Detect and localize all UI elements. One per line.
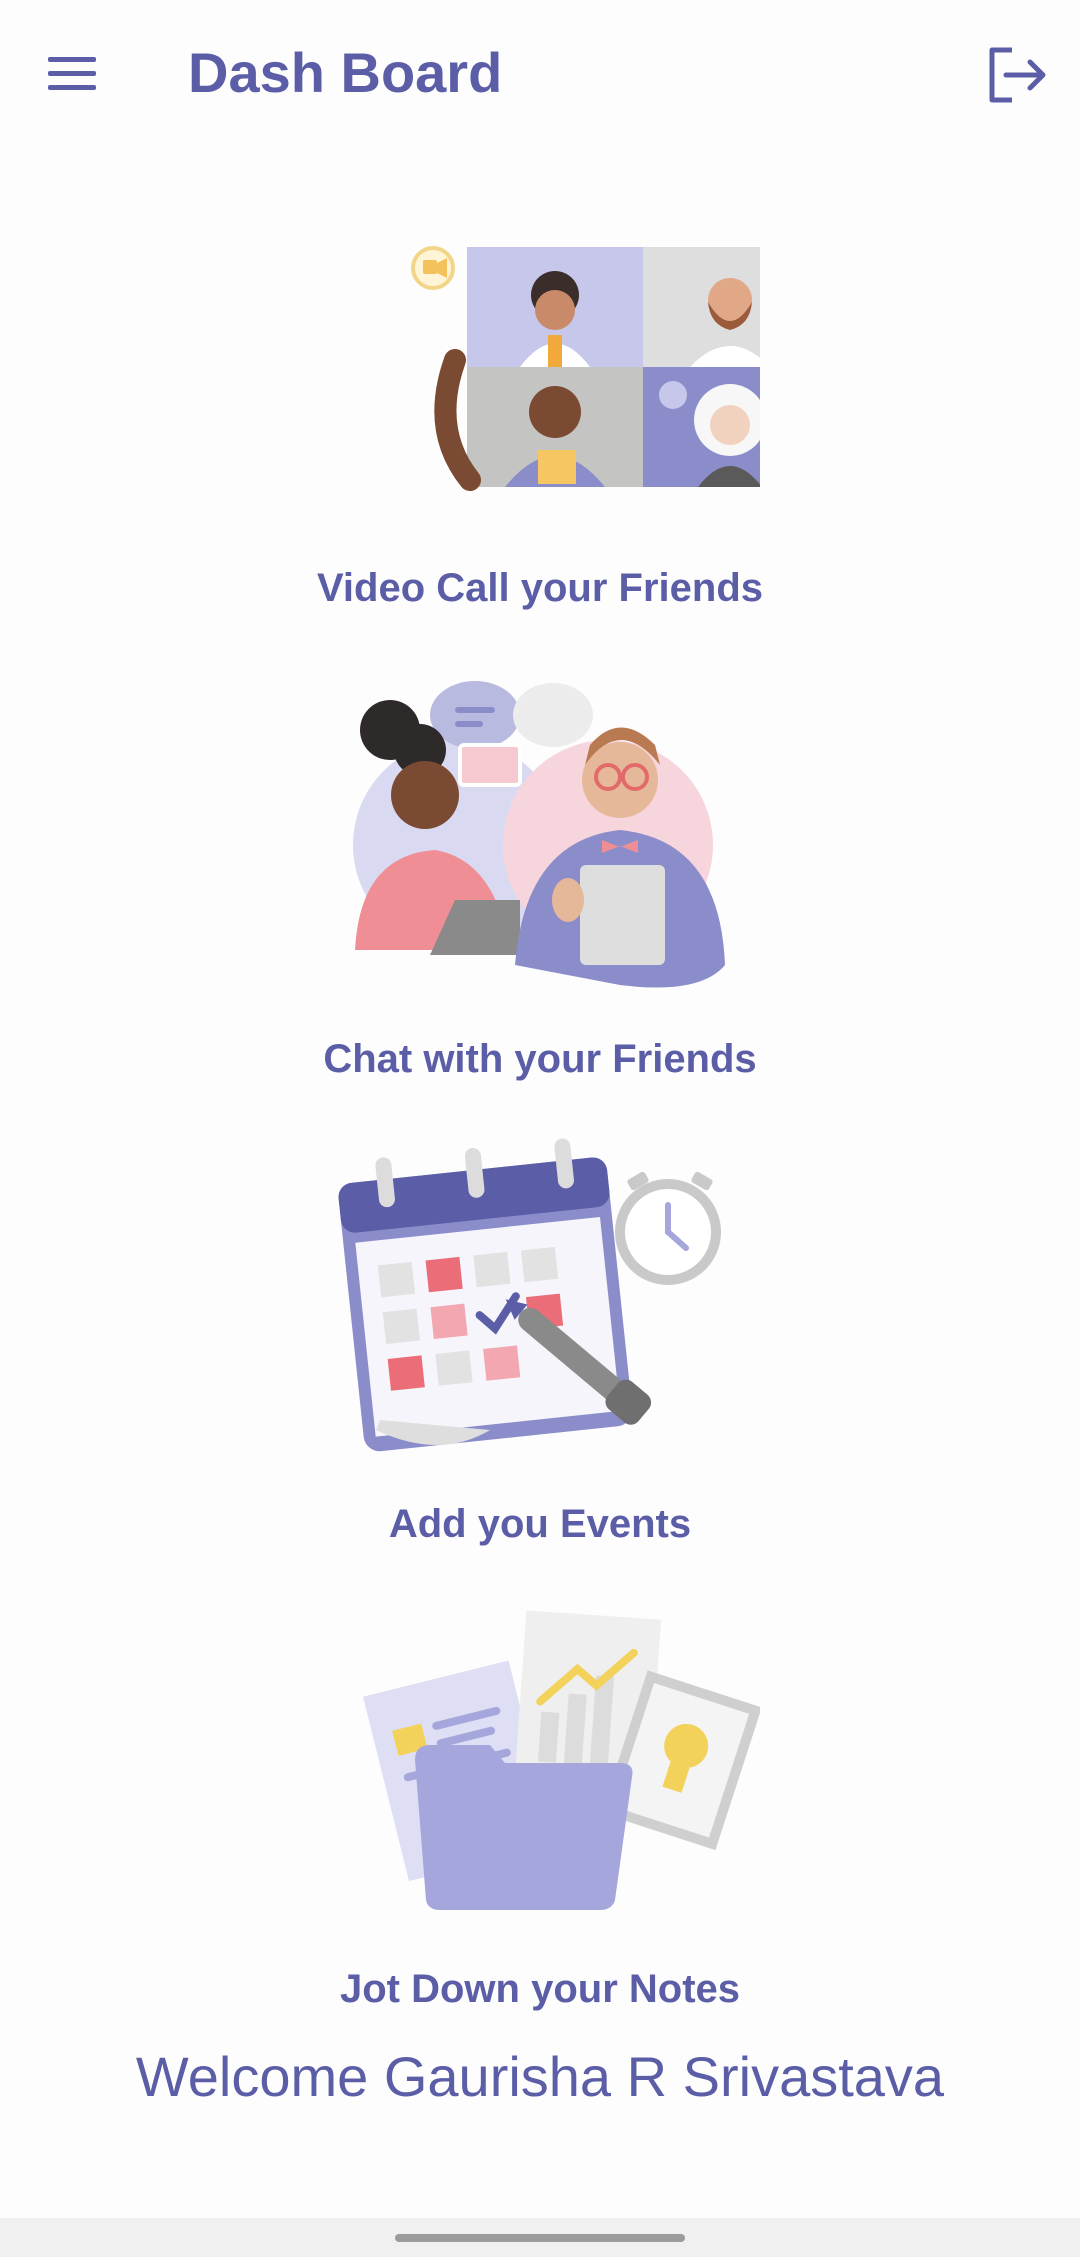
video-call-illustration <box>411 246 760 491</box>
page-title: Dash Board <box>188 41 503 104</box>
notes-label: Jot Down your Notes <box>339 1967 741 2011</box>
home-gesture-handle[interactable] <box>395 2234 685 2242</box>
video-call-label: Video Call your Friends <box>316 566 764 610</box>
chat-label: Chat with your Friends <box>323 1037 757 1081</box>
system-nav-bar <box>0 2218 1080 2257</box>
chat-card[interactable]: Chat with your Friends <box>240 665 840 1095</box>
notes-folder-illustration <box>363 1610 760 1910</box>
chat-illustration <box>353 681 725 988</box>
app-bar: Dash Board <box>0 0 1080 150</box>
video-call-card[interactable]: Video Call your Friends <box>240 230 840 630</box>
welcome-message: Welcome Gaurisha R Srivastava <box>135 2045 945 2108</box>
logout-icon <box>989 47 1046 103</box>
hamburger-menu-icon <box>48 57 96 90</box>
logout-button[interactable] <box>980 40 1050 110</box>
menu-button[interactable] <box>38 42 108 102</box>
events-card[interactable]: Add you Events <box>240 1130 840 1560</box>
calendar-events-illustration <box>338 1138 721 1452</box>
events-label: Add you Events <box>388 1502 692 1546</box>
notes-card[interactable]: Jot Down your Notes <box>240 1605 840 2025</box>
